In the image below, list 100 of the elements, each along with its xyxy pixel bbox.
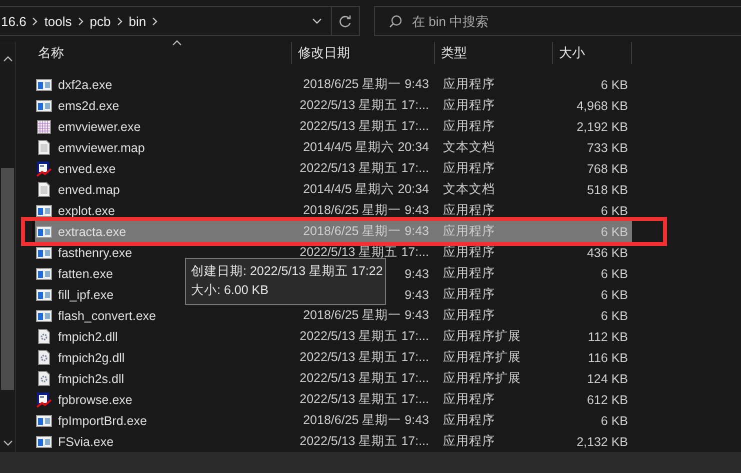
modified-date: 9:43 (404, 288, 429, 302)
file-name[interactable]: fasthenry.exe (58, 246, 132, 260)
modified-date: 2022/5/13 星期五 17:... (300, 328, 429, 345)
chevron-right-icon (152, 16, 158, 26)
file-size: 2,132 KB (576, 434, 628, 448)
breadcrumb[interactable]: bin (122, 14, 152, 28)
breadcrumb[interactable]: tools (38, 14, 78, 28)
gear-file-icon (38, 329, 50, 344)
file-size: 6 KB (600, 414, 628, 428)
chevron-right-icon (32, 16, 38, 26)
file-size: 612 KB (586, 392, 628, 406)
window-icon (36, 204, 52, 216)
chevron-right-icon (78, 16, 84, 26)
file-type: 应用程序扩展 (442, 370, 522, 387)
file-name[interactable]: flash_convert.exe (58, 308, 156, 322)
file-name[interactable]: emvviewer.exe (58, 120, 141, 134)
file-type: 应用程序 (442, 391, 496, 408)
file-name[interactable]: fpImportBrd.exe (58, 414, 147, 428)
file-type: 应用程序 (442, 76, 496, 93)
file-name[interactable]: fpbrowse.exe (58, 392, 132, 406)
window-icon (36, 414, 52, 426)
file-type: 文本文档 (442, 139, 496, 156)
file-type: 应用程序 (442, 265, 496, 282)
file-type: 应用程序 (442, 160, 496, 177)
window-icon (36, 268, 52, 280)
column-header[interactable]: 修改日期 (292, 42, 435, 64)
file-name[interactable]: emvviewer.map (58, 140, 145, 154)
file-size: 436 KB (586, 246, 628, 260)
window-icon (36, 78, 52, 90)
breadcrumb[interactable]: pcb (84, 14, 117, 28)
file-type: 应用程序 (442, 412, 496, 429)
file-name[interactable]: enved.exe (58, 162, 116, 176)
scrollbar[interactable] (0, 42, 16, 452)
file-name[interactable]: fill_ipf.exe (58, 288, 114, 302)
modified-date: 2022/5/13 星期五 17:... (300, 433, 429, 450)
scroll-down-icon[interactable] (2, 440, 12, 446)
file-type: 应用程序 (442, 433, 496, 450)
file-size: 768 KB (586, 162, 628, 176)
file-size: 733 KB (586, 140, 628, 154)
modified-date: 2018/6/25 星期一 9:43 (303, 76, 429, 93)
file-size: 112 KB (586, 330, 628, 344)
file-name[interactable]: dxf2a.exe (58, 78, 112, 92)
window-icon (36, 100, 52, 112)
breadcrumb[interactable]: 16.6 (0, 14, 32, 28)
grid-icon (37, 120, 51, 134)
modified-date: 2018/6/25 星期一 9:43 (303, 223, 429, 240)
file-type: 应用程序 (442, 286, 496, 303)
column-header[interactable]: 名称 (32, 42, 292, 64)
app-drawing-icon (36, 160, 52, 176)
modified-date: 9:43 (404, 266, 429, 280)
modified-date: 2014/4/5 星期六 20:34 (303, 181, 429, 198)
file-type: 应用程序 (442, 223, 496, 240)
search-box[interactable]: 在 bin 中搜索 (374, 6, 741, 36)
modified-date: 2022/5/13 星期五 17:... (300, 244, 429, 261)
modified-date: 2022/5/13 星期五 17:... (300, 118, 429, 135)
sort-caret-icon (172, 40, 182, 46)
modified-date: 2018/6/25 星期一 9:43 (303, 412, 429, 429)
modified-date: 2022/5/13 星期五 17:... (300, 97, 429, 114)
file-size: 116 KB (586, 350, 628, 364)
document-icon (38, 140, 50, 155)
refresh-icon (339, 14, 352, 28)
gear-file-icon (38, 371, 50, 386)
file-type: 应用程序 (442, 97, 496, 114)
file-name[interactable]: ems2d.exe (58, 98, 120, 112)
file-size: 6 KB (600, 266, 628, 280)
modified-date: 2022/5/13 星期五 17:... (300, 370, 429, 387)
modified-date: 2018/6/25 星期一 9:43 (303, 202, 429, 219)
file-type: 应用程序 (442, 202, 496, 219)
file-name[interactable]: enved.map (58, 182, 120, 196)
window-icon (36, 246, 52, 258)
file-size: 4,968 KB (576, 98, 628, 112)
window-icon (36, 288, 52, 300)
file-name[interactable]: fmpich2g.dll (58, 350, 125, 364)
file-name[interactable]: fmpich2.dll (58, 330, 118, 344)
file-name[interactable]: explot.exe (58, 204, 115, 218)
column-header[interactable]: 大小 (553, 42, 632, 64)
file-size: 518 KB (586, 182, 628, 196)
file-size: 6 KB (600, 308, 628, 322)
modified-date: 2022/5/13 星期五 17:... (300, 349, 429, 366)
modified-date: 2022/5/13 星期五 17:... (300, 160, 429, 177)
file-type: 应用程序 (442, 244, 496, 261)
file-type: 应用程序扩展 (442, 328, 522, 345)
file-name[interactable]: fmpich2s.dll (58, 372, 124, 386)
file-size: 6 KB (600, 224, 628, 238)
window-icon (36, 226, 52, 238)
search-field[interactable]: 在 bin 中搜索 (410, 12, 614, 30)
file-size: 6 KB (600, 78, 628, 92)
window-icon (36, 436, 52, 448)
address-bar[interactable]: 16.6 tools pcb bin (0, 6, 360, 36)
file-type: 应用程序 (442, 118, 496, 135)
file-name[interactable]: FSvia.exe (58, 434, 114, 448)
gear-file-icon (38, 350, 50, 365)
tooltip-line: 大小: 6.00 KB (191, 282, 270, 299)
scroll-up-icon[interactable] (2, 56, 12, 62)
file-size: 124 KB (586, 372, 628, 386)
file-size: 6 KB (600, 288, 628, 302)
window-icon (36, 310, 52, 322)
column-header[interactable]: 类型 (435, 42, 553, 64)
file-name[interactable]: fatten.exe (58, 266, 113, 280)
file-type: 应用程序扩展 (442, 349, 522, 366)
